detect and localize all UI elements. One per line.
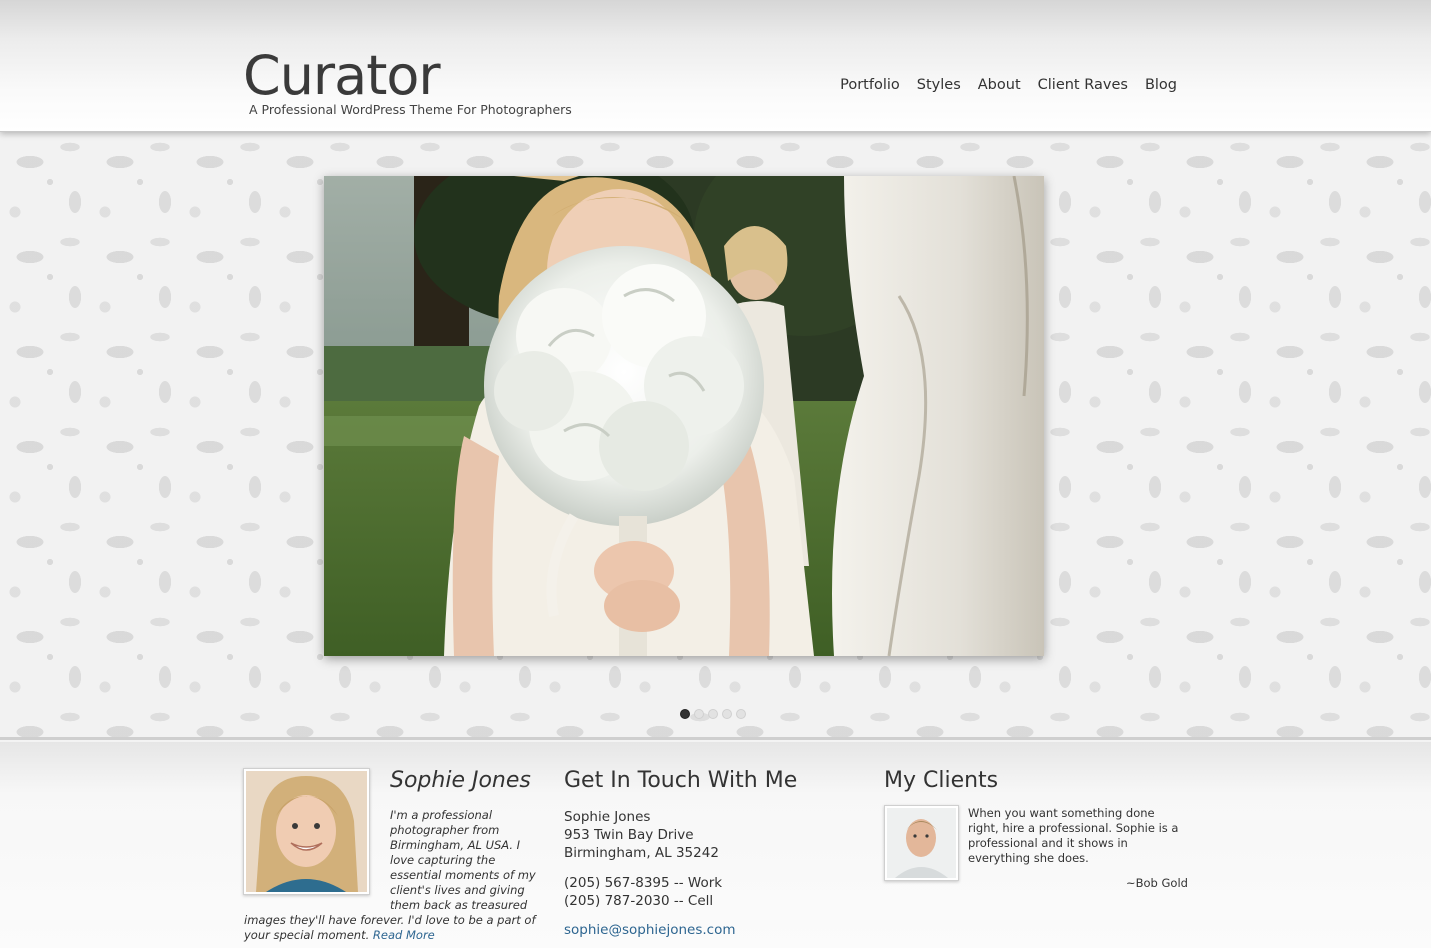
flower-girl-photo (324, 176, 1044, 656)
slide-dot-5[interactable] (736, 709, 746, 719)
slide-dot-4[interactable] (722, 709, 732, 719)
read-more-link[interactable]: Read More (373, 928, 435, 942)
client-author: ~Bob Gold (1126, 876, 1188, 890)
contact-title: Get In Touch With Me (564, 768, 798, 793)
bio-text: I'm a professional photographer from Bir… (244, 808, 544, 943)
nav-portfolio[interactable]: Portfolio (840, 77, 900, 93)
clients-title: My Clients (884, 768, 999, 793)
client-portrait-icon (887, 808, 956, 878)
slide-dot-1[interactable] (680, 709, 690, 719)
nav-styles[interactable]: Styles (917, 77, 961, 93)
slide-pager (680, 709, 746, 719)
contact-address: Sophie Jones 953 Twin Bay Drive Birmingh… (564, 808, 719, 862)
contact-phone-work: (205) 567-8395 -- Work (564, 875, 723, 891)
contact-city: Birmingham, AL 35242 (564, 845, 719, 861)
nav-about[interactable]: About (978, 77, 1021, 93)
nav-blog[interactable]: Blog (1145, 77, 1177, 93)
contact-phones: (205) 567-8395 -- Work (205) 787-2030 --… (564, 874, 722, 910)
site-tagline: A Professional WordPress Theme For Photo… (249, 102, 572, 117)
site-title[interactable]: Curator (243, 44, 441, 108)
main-nav: Portfolio Styles About Client Raves Blog (840, 77, 1177, 93)
contact-street: 953 Twin Bay Drive (564, 827, 694, 843)
client-quote: When you want something done right, hire… (968, 806, 1179, 865)
site-header: Curator A Professional WordPress Theme F… (0, 0, 1431, 132)
client-avatar (884, 805, 959, 881)
nav-client-raves[interactable]: Client Raves (1038, 77, 1128, 93)
slideshow-image[interactable] (324, 176, 1044, 656)
contact-email-link[interactable]: sophie@sophiejones.com (564, 922, 735, 938)
contact-phone-cell: (205) 787-2030 -- Cell (564, 893, 714, 909)
slide-dot-3[interactable] (708, 709, 718, 719)
bio-name: Sophie Jones (390, 768, 531, 793)
slide-dot-2[interactable] (694, 709, 704, 719)
contact-name: Sophie Jones (564, 809, 651, 825)
